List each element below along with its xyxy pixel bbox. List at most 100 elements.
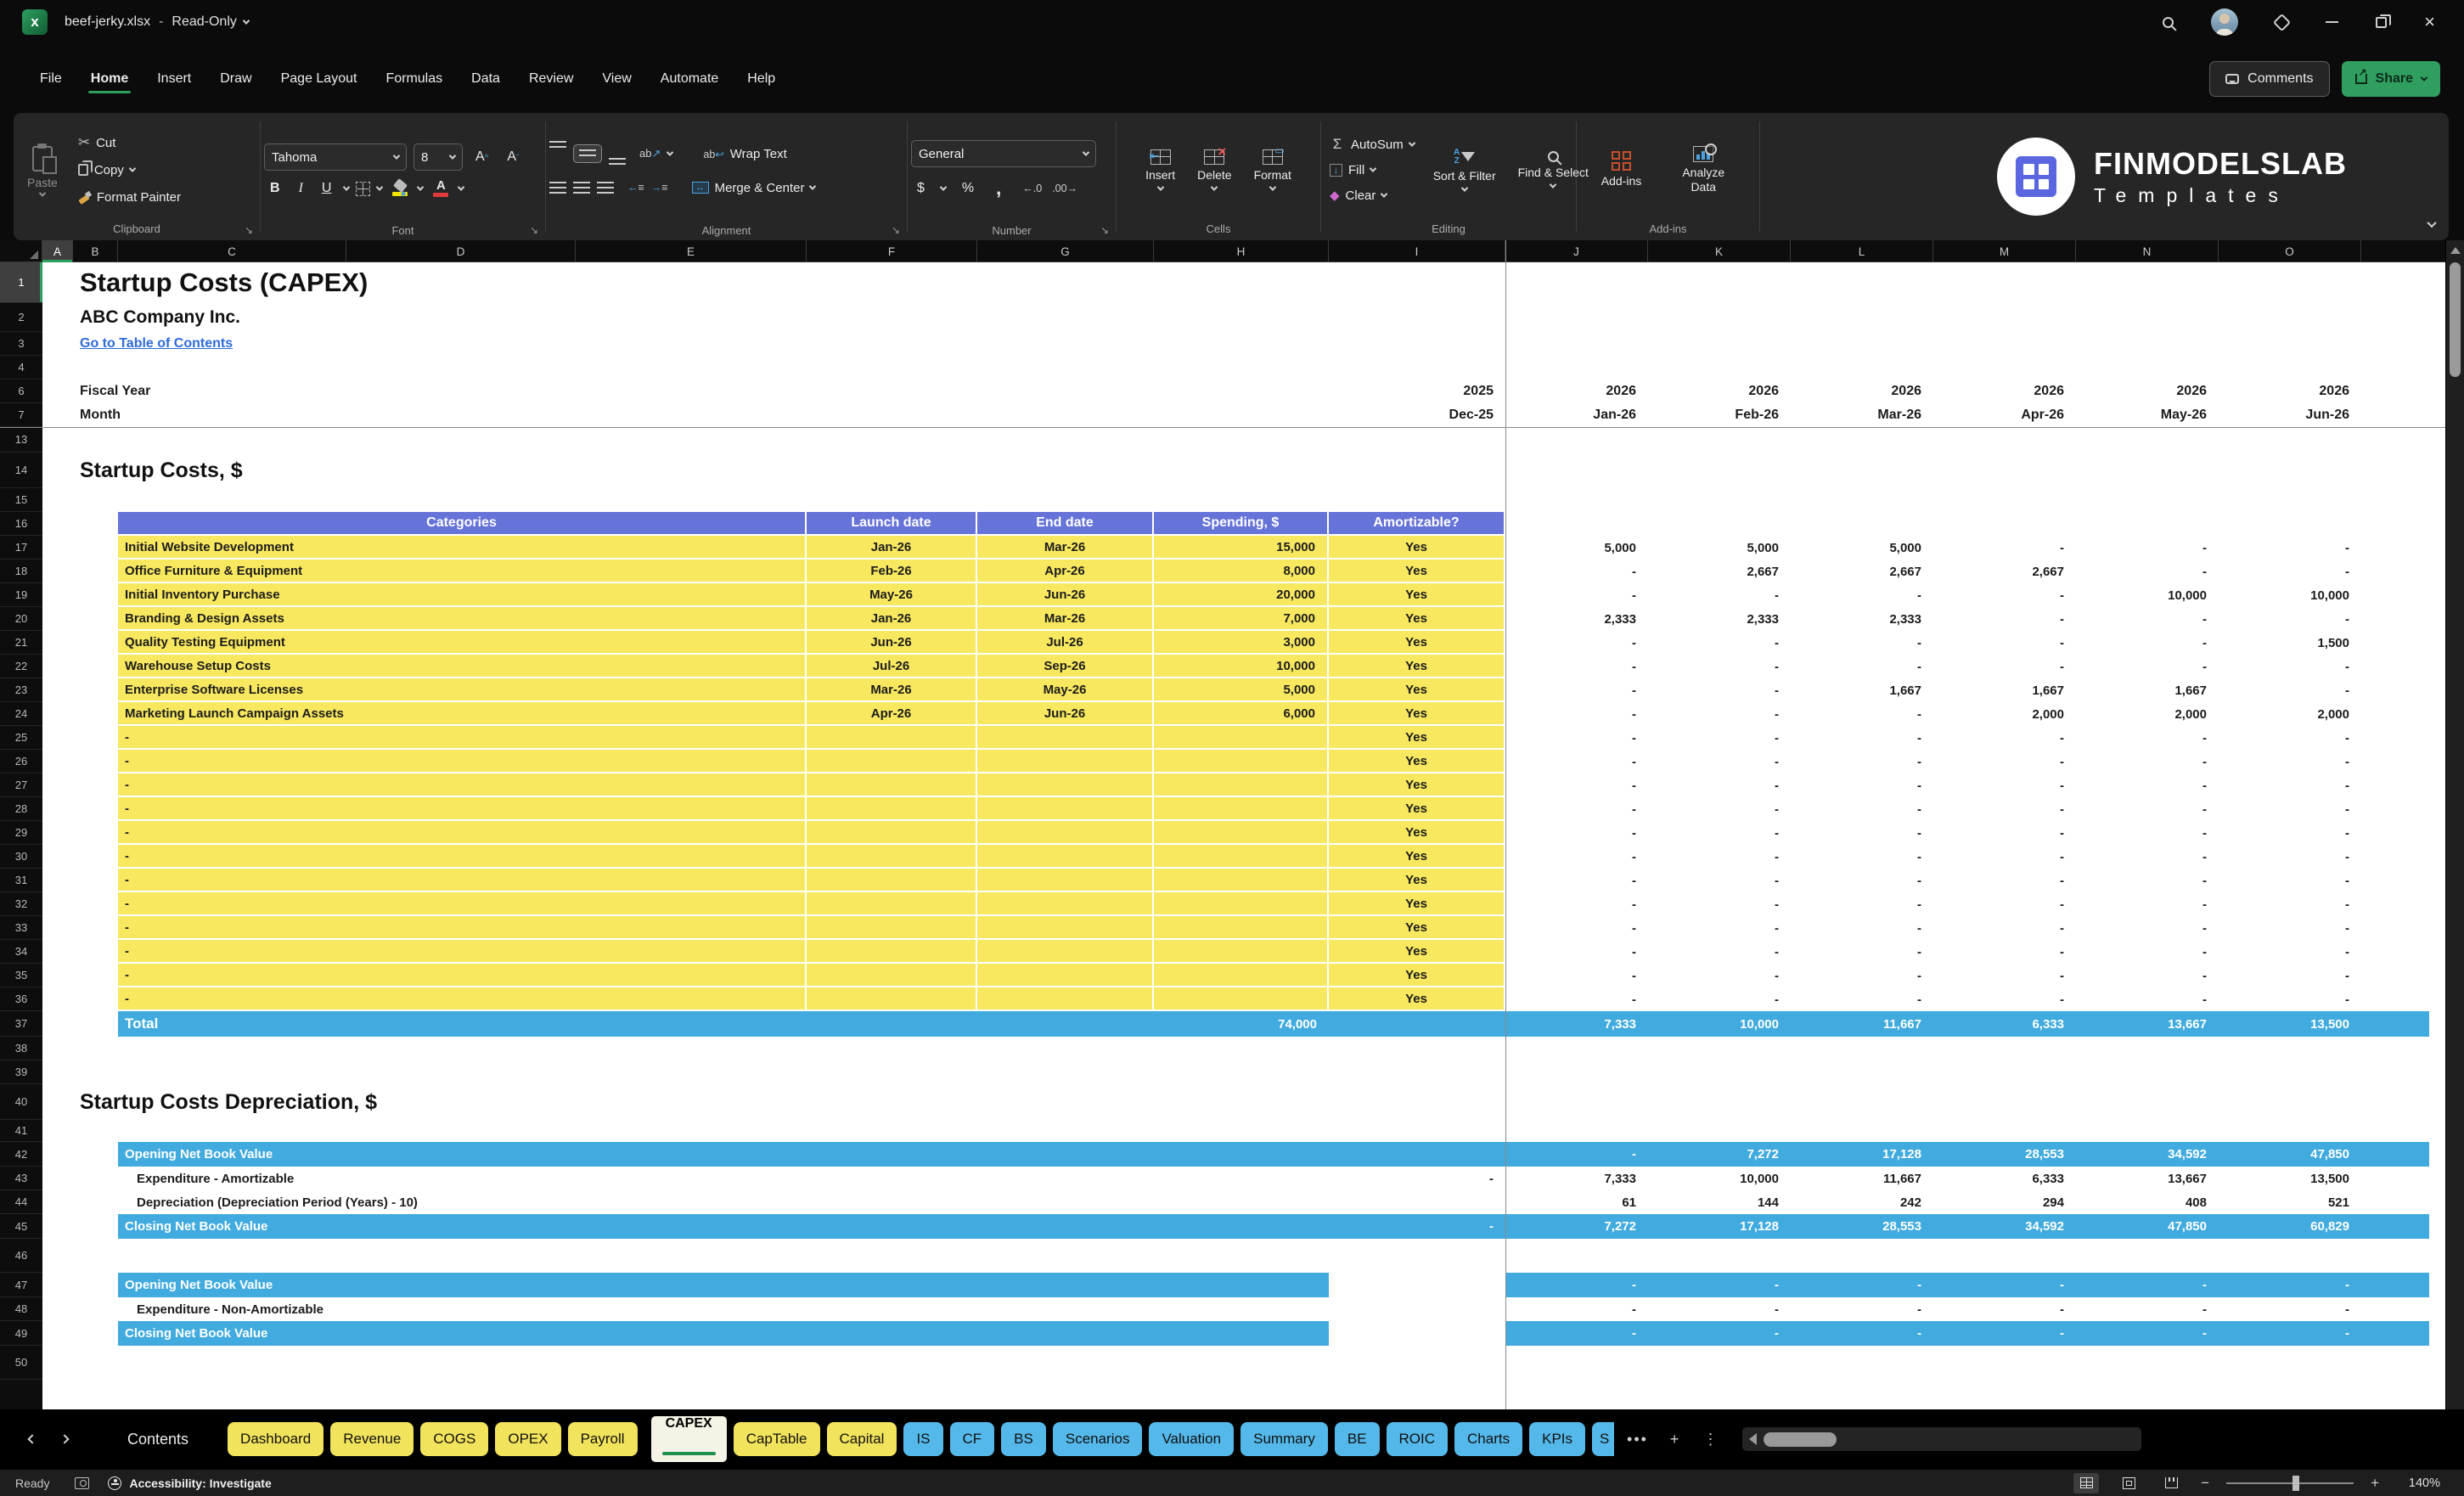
zoom-level[interactable]: 140% xyxy=(2396,1476,2440,1490)
spending-cell[interactable]: 20,000 xyxy=(1154,583,1329,607)
align-right-button[interactable] xyxy=(597,182,614,194)
macro-record-icon[interactable] xyxy=(75,1476,90,1489)
cell-value[interactable]: - xyxy=(2076,655,2219,678)
row-header-26[interactable]: 26 xyxy=(0,750,42,773)
cell-value[interactable]: 2,333 xyxy=(1648,607,1791,631)
menu-page-layout[interactable]: Page Layout xyxy=(267,63,372,95)
wrap-text-button[interactable]: ab↩ Wrap Text xyxy=(698,141,791,166)
section-depreciation[interactable]: Startup Costs Depreciation, $ xyxy=(80,1084,1014,1120)
cell-value[interactable]: - xyxy=(1933,607,2076,631)
merge-center-button[interactable]: ↔ Merge & Center xyxy=(687,175,821,200)
category-cell[interactable]: Initial Inventory Purchase xyxy=(118,583,807,607)
end-date-cell[interactable] xyxy=(977,940,1154,964)
cell-value[interactable]: - xyxy=(2219,655,2361,678)
launch-date-cell[interactable]: Mar-26 xyxy=(807,678,977,702)
sheet-tab-is[interactable]: IS xyxy=(903,1422,943,1456)
align-left-button[interactable] xyxy=(549,182,566,194)
cell-value[interactable]: 2,000 xyxy=(1933,702,2076,726)
cell-value[interactable]: - xyxy=(1648,583,1791,607)
cell-value[interactable]: - xyxy=(1505,773,1648,797)
dep-row-label[interactable]: Closing Net Book Value xyxy=(125,1214,719,1239)
cell-value[interactable]: - xyxy=(1505,631,1648,655)
row-header-22[interactable]: 22 xyxy=(0,655,42,678)
cell-value[interactable]: 7,333 xyxy=(1505,1011,1648,1037)
cell-value[interactable]: - xyxy=(1791,940,1933,964)
cell-value[interactable]: - xyxy=(2219,726,2361,750)
column-header-D[interactable]: D xyxy=(346,240,576,262)
cell-value[interactable]: - xyxy=(2219,678,2361,702)
cell-value[interactable]: - xyxy=(1933,655,2076,678)
cell-value[interactable]: - xyxy=(1791,583,1933,607)
spending-cell[interactable] xyxy=(1154,987,1329,1011)
cell-value[interactable]: - xyxy=(1791,726,1933,750)
column-header-J[interactable]: J xyxy=(1505,240,1648,262)
row-header-13[interactable]: 13 xyxy=(0,427,42,453)
menu-data[interactable]: Data xyxy=(457,63,515,95)
comma-format-button[interactable]: , xyxy=(990,176,1007,201)
cell-value[interactable]: - xyxy=(2076,1297,2219,1321)
section-startup-costs[interactable]: Startup Costs, $ xyxy=(80,453,844,488)
cell-value[interactable]: - xyxy=(1791,702,1933,726)
cell-value[interactable]: 47,850 xyxy=(2219,1142,2361,1167)
accessibility-status[interactable]: Accessibility: Investigate xyxy=(129,1476,271,1490)
font-size-select[interactable]: 8 xyxy=(413,143,463,171)
launch-date-cell[interactable] xyxy=(807,773,977,797)
row-header-41[interactable]: 41 xyxy=(0,1120,42,1142)
sheet-tab-bs[interactable]: BS xyxy=(1001,1422,1046,1456)
minimize-button[interactable] xyxy=(2326,21,2339,23)
cell-value[interactable]: - xyxy=(1648,987,1791,1011)
cell-value[interactable]: 1,667 xyxy=(2076,678,2219,702)
sheet-tab-capital[interactable]: Capital xyxy=(826,1422,897,1456)
sheet-tab-charts[interactable]: Charts xyxy=(1454,1422,1523,1456)
zoom-slider-thumb[interactable] xyxy=(2292,1475,2300,1491)
orientation-button[interactable]: ab↗ xyxy=(639,147,661,160)
row-header-16[interactable]: 16 xyxy=(0,512,42,536)
row-header-21[interactable]: 21 xyxy=(0,631,42,655)
cell-value[interactable]: 11,667 xyxy=(1791,1011,1933,1037)
row-header-37[interactable]: 37 xyxy=(0,1011,42,1037)
end-date-cell[interactable] xyxy=(977,773,1154,797)
fill-button[interactable]: ↓ Fill xyxy=(1325,157,1420,183)
cell-value[interactable]: - xyxy=(1648,750,1791,773)
toc-link[interactable]: Go to Table of Contents xyxy=(80,332,589,356)
table-header-amortizable[interactable]: Amortizable? xyxy=(1329,512,1505,536)
format-painter-button[interactable]: Format Painter xyxy=(73,184,186,210)
cell-value[interactable]: - xyxy=(1791,964,1933,987)
page-layout-view-button[interactable] xyxy=(2116,1473,2141,1493)
tab-scroll-left[interactable] xyxy=(27,1434,37,1444)
tab-scroll-right[interactable] xyxy=(59,1434,70,1444)
menu-automate[interactable]: Automate xyxy=(646,63,733,95)
share-button[interactable]: Share xyxy=(2341,60,2440,97)
cell-value[interactable]: - xyxy=(2219,845,2361,869)
row-header-33[interactable]: 33 xyxy=(0,916,42,940)
cell-value[interactable]: - xyxy=(1791,797,1933,821)
cell-value[interactable]: 7,333 xyxy=(1505,1167,1648,1190)
cell-value[interactable]: - xyxy=(1933,797,2076,821)
cell-value[interactable]: - xyxy=(1505,940,1648,964)
row-header-49[interactable]: 49 xyxy=(0,1321,42,1346)
row-header-2[interactable]: 2 xyxy=(0,303,42,332)
launch-date-cell[interactable] xyxy=(807,845,977,869)
currency-format-button[interactable]: $ xyxy=(911,179,931,198)
cell-value[interactable]: 10,000 xyxy=(1648,1167,1791,1190)
cell-value[interactable]: 2,667 xyxy=(1933,560,2076,583)
amortizable-cell[interactable]: Yes xyxy=(1329,773,1505,797)
cell-value[interactable]: - xyxy=(1933,773,2076,797)
sheet-tab-kpis[interactable]: KPIs xyxy=(1529,1422,1586,1456)
font-family-select[interactable]: Tahoma xyxy=(264,143,407,171)
cell-value[interactable]: - xyxy=(1648,821,1791,845)
menu-home[interactable]: Home xyxy=(76,63,143,95)
cell-value[interactable]: 2,333 xyxy=(1505,607,1648,631)
collapse-ribbon-button[interactable] xyxy=(2427,217,2437,232)
search-icon[interactable] xyxy=(2163,16,2174,28)
cell-value[interactable]: - xyxy=(2219,797,2361,821)
menu-review[interactable]: Review xyxy=(515,63,588,95)
cell-value[interactable]: - xyxy=(1648,964,1791,987)
column-header-I[interactable]: I xyxy=(1329,240,1505,262)
row-header-30[interactable]: 30 xyxy=(0,845,42,869)
row-header-25[interactable]: 25 xyxy=(0,726,42,750)
end-date-cell[interactable]: Sep-26 xyxy=(977,655,1154,678)
cell-value[interactable]: 13,500 xyxy=(2219,1011,2361,1037)
sheet-tab-payroll[interactable]: Payroll xyxy=(567,1422,638,1456)
row-header-42[interactable]: 42 xyxy=(0,1142,42,1167)
